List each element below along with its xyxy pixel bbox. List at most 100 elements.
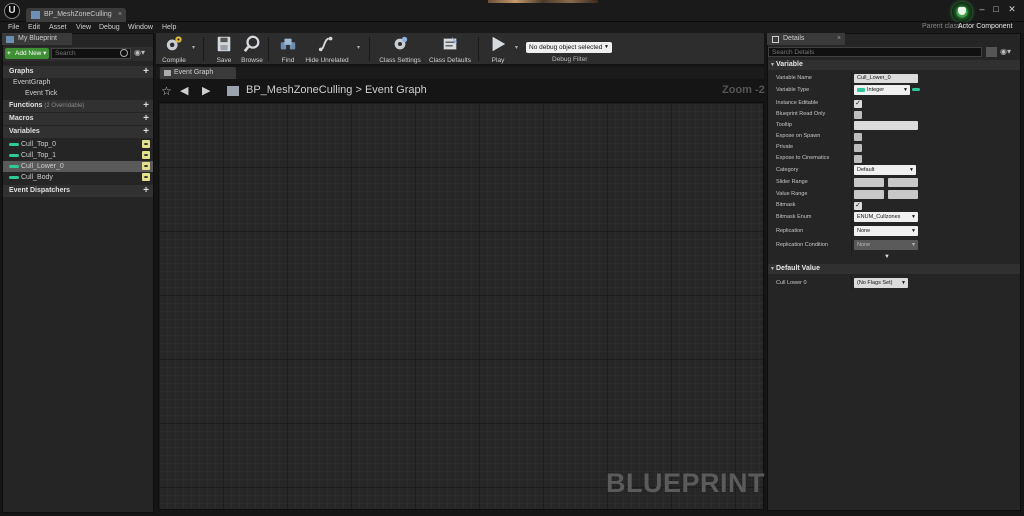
chevron-down-icon: ▼ [911, 228, 916, 234]
prop-label: Blueprint Read Only [776, 111, 826, 117]
add-macro-plus-icon[interactable]: + [143, 113, 149, 125]
add-new-label: Add New [15, 50, 42, 57]
slider-range-max-field[interactable] [888, 178, 918, 187]
debug-object-select[interactable]: No debug object selected ▼ [526, 42, 612, 53]
replication-condition-select[interactable]: None ▼ [854, 240, 918, 250]
eye-icon[interactable]: ◉▾ [134, 49, 148, 57]
variable-item-cull-body[interactable]: Cull_Body [3, 172, 153, 183]
blueprint-icon [6, 36, 14, 43]
variable-item-cull-top-0[interactable]: Cull_Top_0 [3, 139, 153, 150]
menu-asset[interactable]: Asset [49, 22, 67, 33]
back-arrow-icon[interactable]: ◀ [180, 84, 188, 97]
value-range-min-field[interactable] [854, 190, 884, 199]
slider-range-min-field[interactable] [854, 178, 884, 187]
play-options-caret-icon[interactable]: ▾ [515, 44, 518, 51]
menu-view[interactable]: View [76, 22, 91, 33]
variable-item-cull-top-1[interactable]: Cull_Top_1 [3, 150, 153, 161]
class-defaults-icon [443, 36, 458, 50]
find-button[interactable]: Find [274, 34, 302, 64]
minimize-button[interactable]: – [976, 4, 988, 14]
prop-read-only: Blueprint Read Only [768, 109, 1020, 120]
advanced-expand-arrow-icon[interactable]: ▼ [884, 254, 890, 260]
property-matrix-icon[interactable] [986, 47, 997, 57]
variable-type-select[interactable]: Integer ▼ [854, 85, 920, 95]
chevron-down-icon: ▼ [909, 167, 914, 173]
tab-event-graph[interactable]: Event Graph [160, 67, 236, 79]
add-new-button[interactable]: + Add New ▾ [5, 48, 49, 59]
variables-section-header[interactable]: Variables + [3, 126, 153, 138]
category-select[interactable]: Default ▼ [854, 165, 916, 175]
visibility-eye-icon[interactable] [142, 162, 150, 170]
variable-type-pin-icon [9, 176, 19, 179]
tab-close-icon[interactable]: × [118, 8, 122, 22]
details-search-input[interactable] [768, 47, 982, 57]
functions-section-header[interactable]: Functions (2 Overridable) + [3, 100, 153, 112]
my-blueprint-tab[interactable]: My Blueprint [2, 33, 72, 45]
hide-unrelated-options-caret-icon[interactable]: ▾ [357, 44, 360, 51]
menu-window[interactable]: Window [128, 22, 153, 33]
instance-editable-checkbox[interactable]: ✓ [854, 100, 862, 108]
class-settings-button[interactable]: Class Settings [376, 34, 424, 64]
class-defaults-button[interactable]: Class Defaults [426, 34, 474, 64]
star-icon[interactable]: ☆ [161, 84, 172, 98]
prop-default-value: Cull Lower 0 (No Flags Set) ▼ [768, 278, 1020, 289]
menu-debug[interactable]: Debug [99, 22, 120, 33]
macros-section-header[interactable]: Macros + [3, 113, 153, 125]
browse-button[interactable]: Browse [238, 34, 266, 64]
graph-canvas[interactable] [158, 102, 764, 510]
compile-button[interactable]: Compile [157, 34, 191, 64]
private-checkbox[interactable] [854, 144, 862, 152]
forward-arrow-icon[interactable]: ▶ [202, 84, 210, 97]
tooltip-field[interactable] [854, 121, 918, 130]
eye-icon[interactable]: ◉▾ [1000, 47, 1011, 57]
default-value-flags-select[interactable]: (No Flags Set) ▼ [854, 278, 908, 288]
details-tab[interactable]: Details × [767, 33, 845, 45]
variable-item-cull-lower-0[interactable]: Cull_Lower_0 [3, 161, 153, 172]
compile-options-caret-icon[interactable]: ▾ [192, 44, 195, 51]
parent-class-value[interactable]: Actor Component [958, 23, 1012, 30]
class-settings-icon [394, 36, 408, 50]
expose-spawn-checkbox[interactable] [854, 133, 862, 141]
maximize-button[interactable]: □ [990, 4, 1002, 14]
expose-cinematics-checkbox[interactable] [854, 155, 862, 163]
replication-select[interactable]: None ▼ [854, 226, 918, 236]
menu-edit[interactable]: Edit [28, 22, 40, 33]
save-button[interactable]: Save [210, 34, 238, 64]
visibility-eye-icon[interactable] [142, 140, 150, 148]
my-blueprint-search-input[interactable] [51, 48, 131, 59]
bitmask-checkbox[interactable]: ✓ [854, 202, 862, 210]
default-value-section-header[interactable]: ▼ Default Value [768, 264, 1020, 274]
bitmask-enum-select[interactable]: ENUM_Cullzones ▼ [854, 212, 918, 222]
source-control-status-icon[interactable] [952, 2, 972, 22]
hide-unrelated-button[interactable]: Hide Unrelated [303, 34, 351, 64]
read-only-checkbox[interactable] [854, 111, 862, 119]
prop-label: Cull Lower 0 [776, 280, 807, 286]
plus-icon: + [7, 50, 11, 57]
add-variable-plus-icon[interactable]: + [143, 126, 149, 138]
menu-help[interactable]: Help [162, 22, 176, 33]
tab-close-icon[interactable]: × [837, 33, 841, 45]
value-range-max-field[interactable] [888, 190, 918, 199]
container-type-icon[interactable] [912, 88, 920, 91]
unreal-logo-icon[interactable]: U [4, 3, 20, 19]
variable-name-field[interactable]: Cull_Lower_0 [854, 74, 918, 83]
prop-label: Expose to Cinematics [776, 155, 830, 161]
menu-file[interactable]: File [8, 22, 19, 33]
add-function-plus-icon[interactable]: + [143, 100, 149, 112]
breadcrumb-root[interactable]: BP_MeshZoneCulling [246, 84, 352, 96]
visibility-eye-icon[interactable] [142, 173, 150, 181]
close-window-button[interactable]: ✕ [1006, 4, 1018, 14]
event-dispatchers-section-header[interactable]: Event Dispatchers + [3, 185, 153, 197]
toolbar-separator [203, 37, 204, 61]
title-bar [0, 0, 1024, 22]
variable-item-label: Cull_Body [21, 174, 53, 181]
breadcrumb-leaf: Event Graph [364, 84, 427, 96]
variable-section-header[interactable]: ▼ Variable [768, 60, 1020, 70]
document-tab[interactable]: BP_MeshZoneCulling × [26, 8, 126, 22]
tree-item-eventgraph[interactable]: EventGraph [3, 77, 153, 88]
chevron-down-icon: ▼ [901, 280, 906, 286]
add-dispatcher-plus-icon[interactable]: + [143, 185, 149, 197]
tree-item-event-tick[interactable]: Event Tick [3, 88, 153, 99]
visibility-eye-icon[interactable] [142, 151, 150, 159]
play-button[interactable]: Play [484, 34, 512, 64]
